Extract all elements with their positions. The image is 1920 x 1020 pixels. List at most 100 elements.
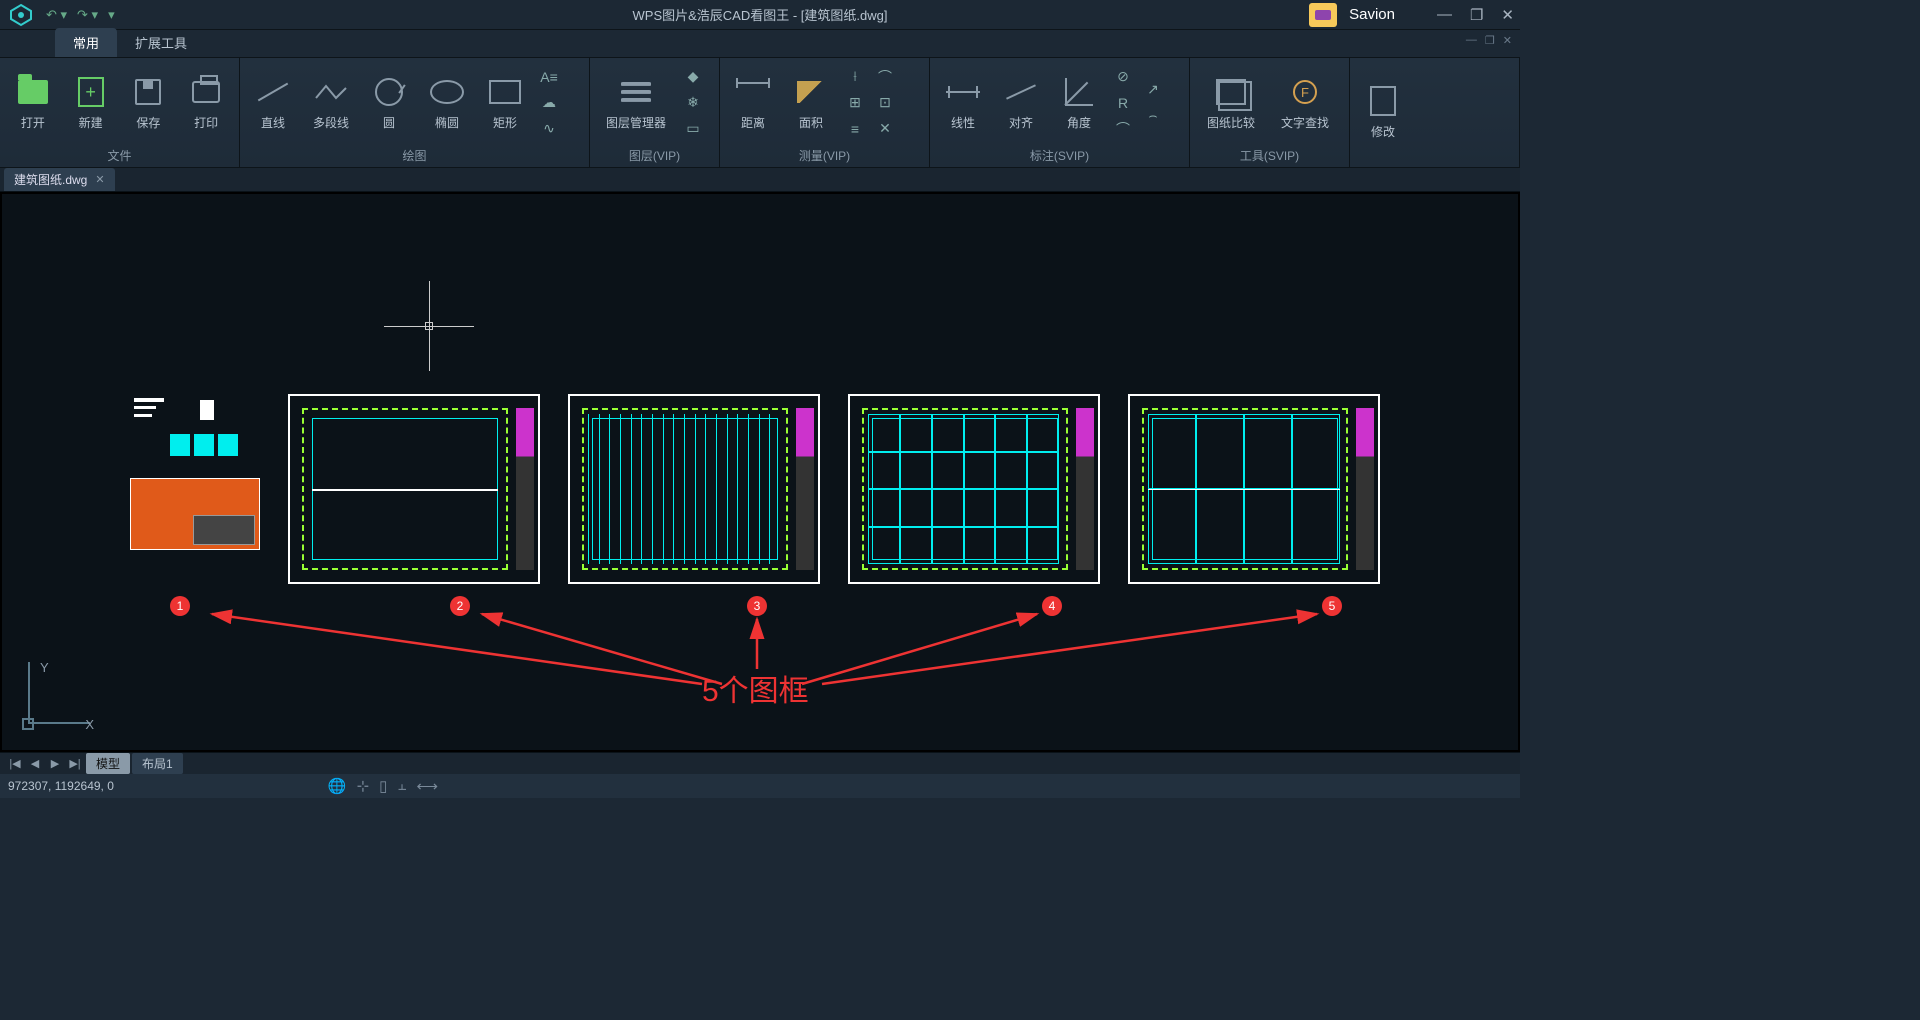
tab-home[interactable]: 常用 <box>55 28 117 57</box>
spline-tool-icon[interactable]: ∿ <box>538 118 560 140</box>
polyline-button[interactable]: 多段线 <box>304 64 358 142</box>
new-button[interactable]: 新建 <box>64 64 118 142</box>
measure-mini-icon[interactable]: ≡ <box>844 118 866 140</box>
drawing-detail-1 <box>130 394 260 472</box>
doc-close-button[interactable]: ✕ <box>1503 34 1512 47</box>
group-label-layer: 图层(VIP) <box>590 147 719 167</box>
dim-mini-icon[interactable]: ⌒ <box>1112 118 1134 140</box>
layout-tab-layout1[interactable]: 布局1 <box>132 753 183 774</box>
layer-manager-button[interactable]: 图层管理器 <box>596 64 676 142</box>
measure-mini-icon[interactable]: ⟊ <box>844 66 866 88</box>
dim-mini-icon[interactable]: ⊘ <box>1112 66 1134 88</box>
rect-icon <box>487 74 523 110</box>
user-name[interactable]: Savion <box>1349 6 1395 23</box>
maximize-button[interactable]: ❐ <box>1470 6 1483 24</box>
dim-mini-icon[interactable]: R <box>1112 92 1134 114</box>
annotation-badge-1: 1 <box>170 596 190 616</box>
circle-button[interactable]: 圆 <box>362 64 416 142</box>
document-tabs: 建筑图纸.dwg ✕ <box>0 168 1520 192</box>
open-button[interactable]: 打开 <box>6 64 60 142</box>
doc-minimize-button[interactable]: — <box>1466 34 1477 47</box>
polyline-icon <box>313 74 349 110</box>
area-icon <box>793 74 829 110</box>
dim-mini-tools-2: ↗ ⌢ <box>1140 77 1166 129</box>
cloud-tool-icon[interactable]: ☁ <box>538 92 560 114</box>
layer-on-icon[interactable]: ◆ <box>682 66 704 88</box>
titlebar: ↶ ▾ ↷ ▾ ▾ WPS图片&浩辰CAD看图王 - [建筑图纸.dwg] Sa… <box>0 0 1520 30</box>
layout-tab-model[interactable]: 模型 <box>86 753 130 774</box>
save-icon <box>130 74 166 110</box>
layout-nav-next[interactable]: ▶ <box>46 757 64 770</box>
crosshair-cursor <box>384 281 474 371</box>
text-tool-icon[interactable]: A≡ <box>538 66 560 88</box>
ribbon-tabs-row: 常用 扩展工具 — ❐ ✕ <box>0 30 1520 58</box>
dim-mini-icon[interactable]: ↗ <box>1142 79 1164 101</box>
line-button[interactable]: 直线 <box>246 64 300 142</box>
compare-button[interactable]: 图纸比较 <box>1196 64 1266 142</box>
draw-mini-tools: A≡ ☁ ∿ <box>536 64 562 142</box>
drawing-canvas[interactable]: 1 2 3 4 5 5个图框 YX <box>0 192 1520 752</box>
app-logo <box>6 0 36 30</box>
drawing-frames <box>130 394 1380 584</box>
document-tab[interactable]: 建筑图纸.dwg ✕ <box>4 168 115 191</box>
layout-nav-prev[interactable]: ◀ <box>26 757 44 770</box>
align-dim-button[interactable]: 对齐 <box>994 64 1048 142</box>
print-button[interactable]: 打印 <box>179 64 233 142</box>
new-icon <box>73 74 109 110</box>
layout-tabs-bar: |◀ ◀ ▶ ▶| 模型 布局1 <box>0 752 1520 774</box>
document-tab-label: 建筑图纸.dwg <box>14 171 87 188</box>
status-ortho-icon[interactable]: ⫠ <box>397 777 406 795</box>
annotation-badge-4: 4 <box>1042 596 1062 616</box>
undo-button[interactable]: ↶ ▾ <box>46 7 67 23</box>
print-icon <box>188 74 224 110</box>
group-label-draw: 绘图 <box>240 147 589 167</box>
tab-extensions[interactable]: 扩展工具 <box>117 28 205 57</box>
layer-mini-tools: ◆ ❄ ▭ <box>680 64 706 142</box>
drawing-frame-5 <box>1128 394 1380 584</box>
minimize-button[interactable]: — <box>1437 6 1452 24</box>
find-text-button[interactable]: 文字查找 <box>1270 64 1340 142</box>
area-button[interactable]: 面积 <box>784 64 838 142</box>
measure-mini-icon[interactable]: ✕ <box>874 118 896 140</box>
doc-maximize-button[interactable]: ❐ <box>1485 34 1495 47</box>
ellipse-icon <box>429 74 465 110</box>
layer-freeze-icon[interactable]: ❄ <box>682 92 704 114</box>
layers-icon <box>618 74 654 110</box>
layout-nav-first[interactable]: |◀ <box>6 757 24 770</box>
redo-button[interactable]: ↷ ▾ <box>77 7 98 23</box>
group-label-dim: 标注(SVIP) <box>930 147 1189 167</box>
measure-mini-icon[interactable]: ⌒ <box>874 66 896 88</box>
drawing-frame-4 <box>848 394 1100 584</box>
drawing-title-block <box>130 478 260 550</box>
layout-nav-last[interactable]: ▶| <box>66 757 84 770</box>
angle-dim-icon <box>1061 74 1097 110</box>
measure-mini-tools-2: ⌒ ⊡ ✕ <box>872 64 898 142</box>
close-tab-icon[interactable]: ✕ <box>95 173 104 186</box>
rect-button[interactable]: 矩形 <box>478 64 532 142</box>
status-snap-icon[interactable]: ⊹ <box>357 777 370 795</box>
group-label-file: 文件 <box>0 147 239 167</box>
status-globe-icon[interactable]: 🌐 <box>328 777 347 795</box>
distance-icon <box>735 74 771 110</box>
close-button[interactable]: ✕ <box>1501 6 1514 24</box>
ucs-icon: YX <box>20 662 90 732</box>
save-button[interactable]: 保存 <box>122 64 176 142</box>
drawing-frame-2 <box>288 394 540 584</box>
measure-mini-icon[interactable]: ⊞ <box>844 92 866 114</box>
status-extent-icon[interactable]: ⟷ <box>417 777 439 795</box>
ellipse-button[interactable]: 椭圆 <box>420 64 474 142</box>
qat-dropdown[interactable]: ▾ <box>108 7 115 23</box>
group-label-tool: 工具(SVIP) <box>1190 147 1349 167</box>
angle-dim-button[interactable]: 角度 <box>1052 64 1106 142</box>
distance-button[interactable]: 距离 <box>726 64 780 142</box>
layer-lock-icon[interactable]: ▭ <box>682 118 704 140</box>
status-grid-icon[interactable]: ▯ <box>379 777 387 795</box>
dim-mini-icon[interactable]: ⌢ <box>1142 105 1164 127</box>
open-icon <box>15 74 51 110</box>
measure-mini-icon[interactable]: ⊡ <box>874 92 896 114</box>
ribbon: 打开 新建 保存 打印 文件 直线 多段线 圆 椭圆 矩形 A≡ ☁ ∿ 绘图 … <box>0 58 1520 168</box>
modify-button[interactable]: 修改 <box>1356 72 1410 150</box>
linear-dim-button[interactable]: 线性 <box>936 64 990 142</box>
line-icon <box>255 74 291 110</box>
dim-mini-tools-1: ⊘ R ⌒ <box>1110 64 1136 142</box>
